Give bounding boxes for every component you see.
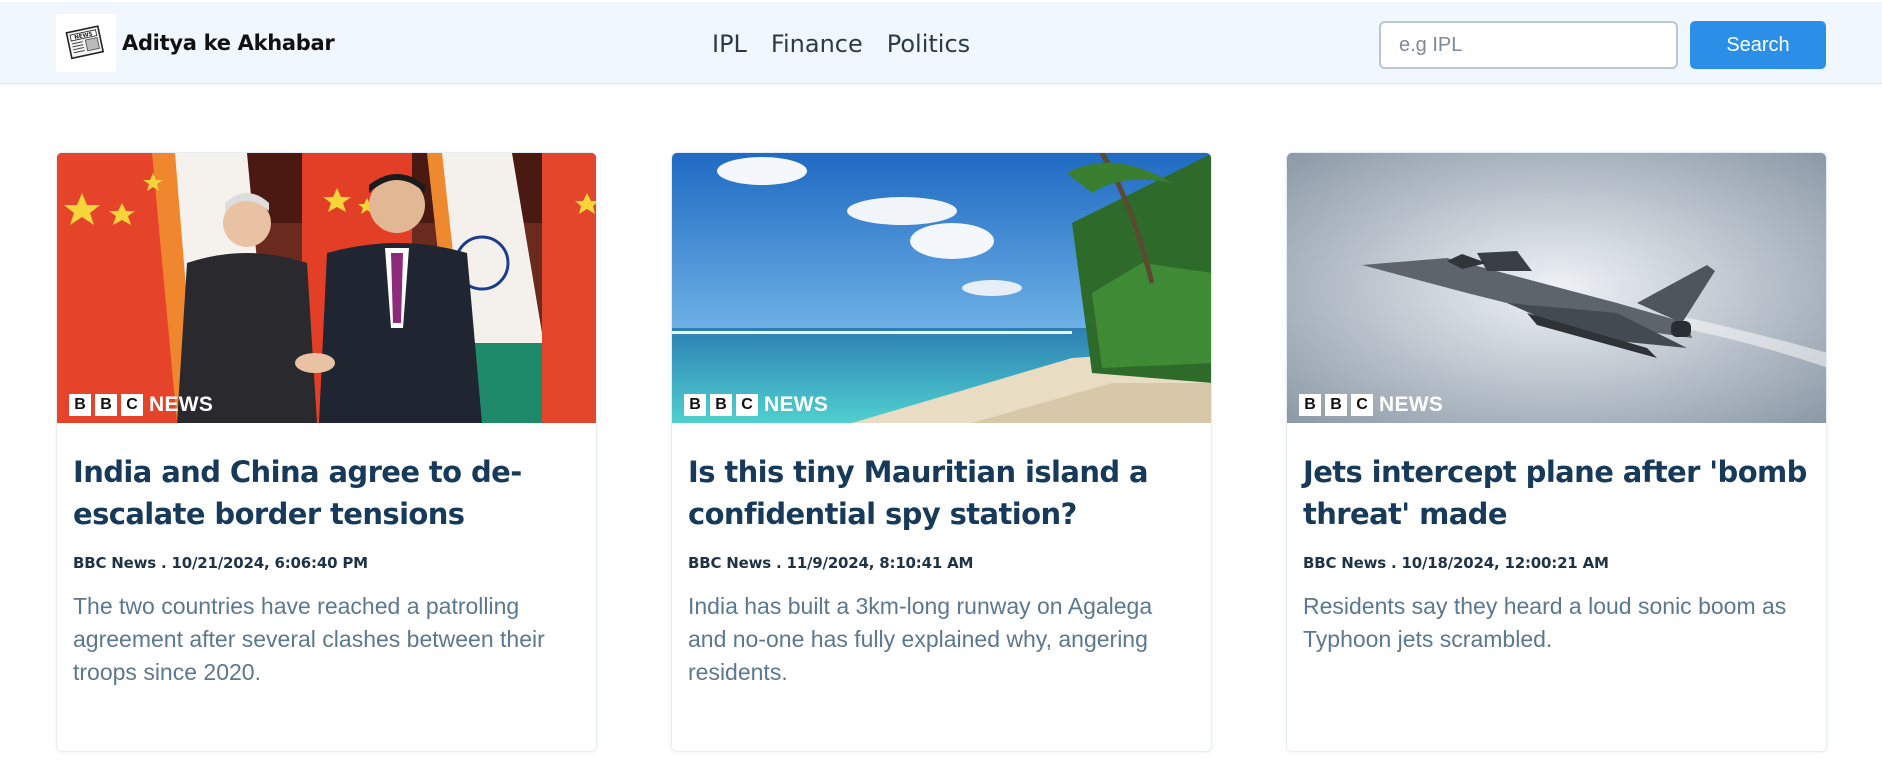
brand-name: Aditya ke Akhabar — [122, 31, 335, 55]
article-title[interactable]: Jets intercept plane after 'bomb threat'… — [1303, 451, 1810, 535]
nav-link-finance[interactable]: Finance — [771, 28, 863, 60]
bbc-news-badge: B B C NEWS — [684, 393, 828, 417]
nav-link-politics[interactable]: Politics — [887, 28, 970, 60]
newspaper-icon: NEWS — [56, 14, 116, 72]
article-title[interactable]: Is this tiny Mauritian island a confiden… — [688, 451, 1195, 535]
bbc-news-badge: B B C NEWS — [69, 393, 213, 417]
article-meta: BBC News . 11/9/2024, 8:10:41 AM — [688, 554, 974, 572]
nav-link-ipl[interactable]: IPL — [712, 28, 747, 60]
nav-links: IPL Finance Politics — [712, 28, 994, 60]
article-description: India has built a 3km-long runway on Aga… — [688, 593, 1153, 685]
article-card: B B C NEWS Jets intercept plane after 'b… — [1286, 152, 1827, 752]
brand-link[interactable]: NEWS Aditya ke Akhabar — [56, 14, 335, 72]
search-button[interactable]: Search — [1690, 21, 1826, 69]
article-image[interactable]: B B C NEWS — [1287, 153, 1826, 423]
article-meta: BBC News . 10/18/2024, 12:00:21 AM — [1303, 554, 1609, 572]
article-meta: BBC News . 10/21/2024, 6:06:40 PM — [73, 554, 368, 572]
article-description: The two countries have reached a patroll… — [73, 593, 545, 685]
article-title[interactable]: India and China agree to de-escalate bor… — [73, 451, 580, 535]
navbar: NEWS Aditya ke Akhabar IPL Finance Polit… — [0, 2, 1882, 84]
search-input[interactable] — [1379, 21, 1678, 69]
article-card: B B C NEWS India and China agree to de-e… — [56, 152, 597, 752]
article-description: Residents say they heard a loud sonic bo… — [1303, 593, 1787, 652]
article-image[interactable]: B B C NEWS — [672, 153, 1211, 423]
bbc-news-badge: B B C NEWS — [1299, 393, 1443, 417]
article-card: B B C NEWS Is this tiny Mauritian island… — [671, 152, 1212, 752]
article-image[interactable]: B B C NEWS — [57, 153, 596, 423]
